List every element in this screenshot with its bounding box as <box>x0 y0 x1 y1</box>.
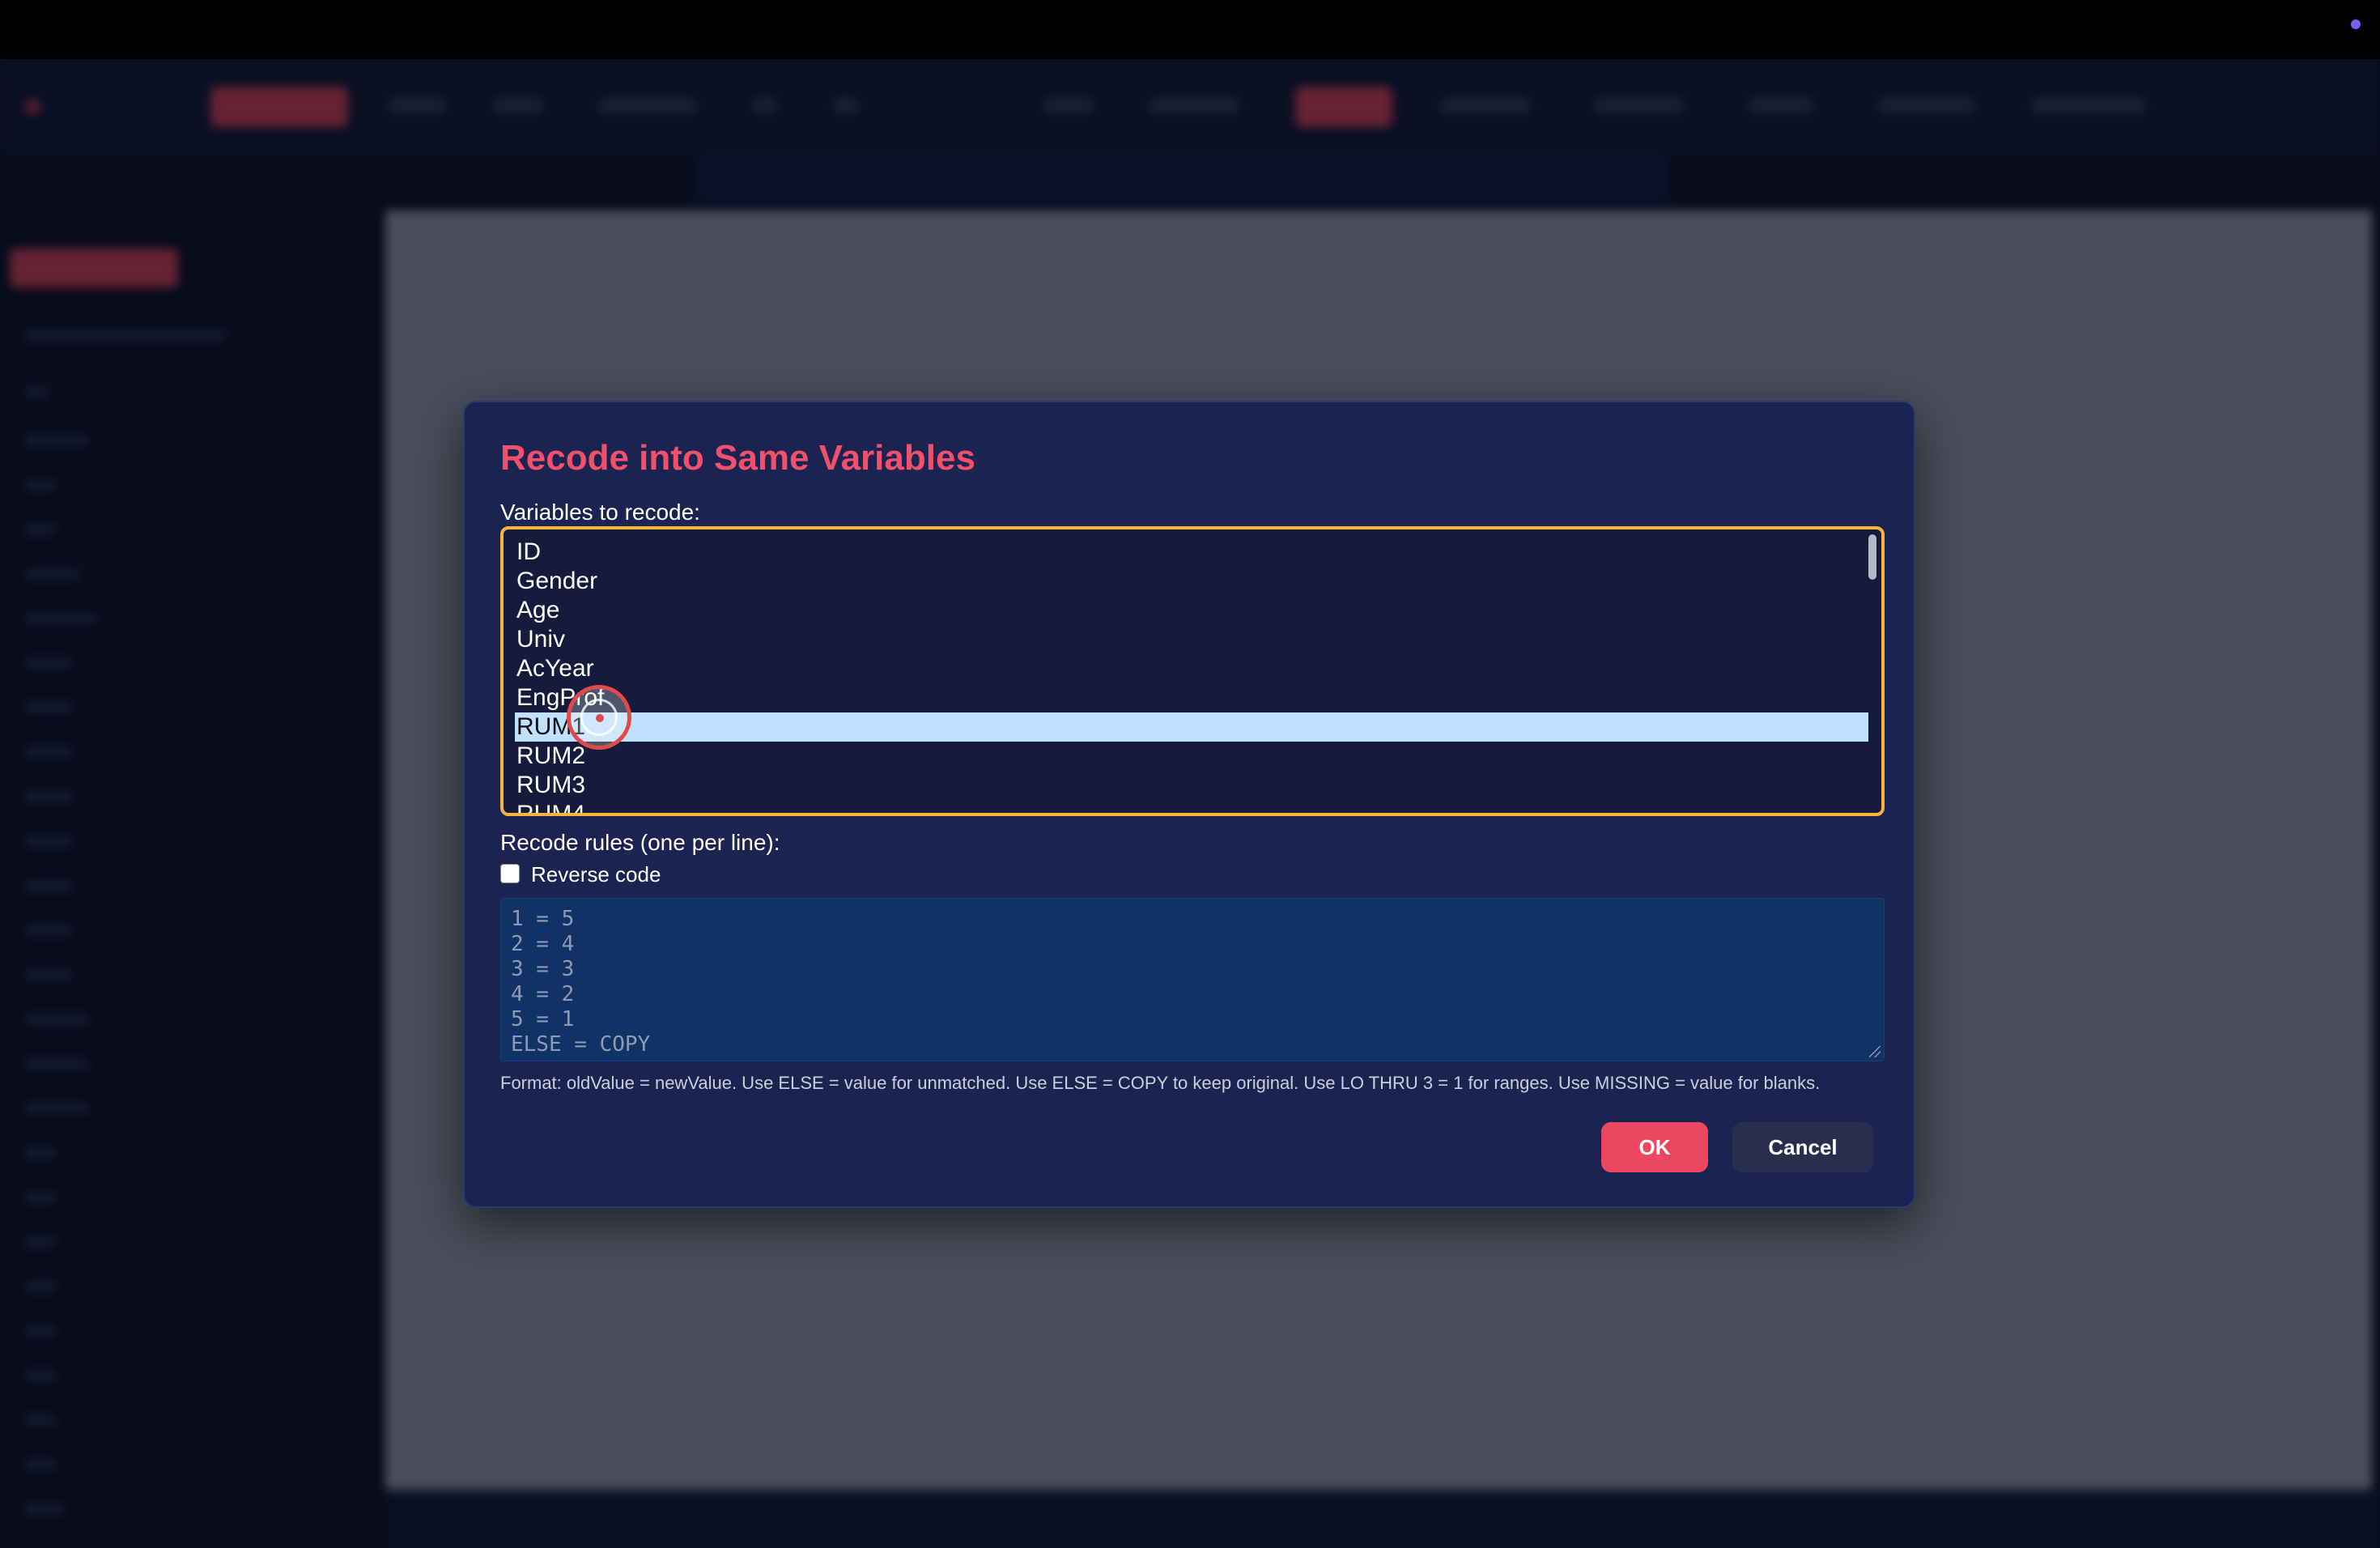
rule-placeholder-line: 4 = 2 <box>511 982 575 1006</box>
format-hint: Format: oldValue = newValue. Use ELSE = … <box>500 1073 1821 1093</box>
reverse-code-checkbox[interactable] <box>500 864 520 883</box>
dialog-title: Recode into Same Variables <box>500 438 975 478</box>
variables-listbox[interactable]: ID Gender Age Univ AcYear EngProf RUM1 RUM2 RUM3… <box>500 526 1885 816</box>
rule-placeholder-line: 2 = 4 <box>511 932 575 956</box>
status-dot-icon <box>2351 19 2361 29</box>
variable-option-rum3[interactable]: RUM3 <box>515 771 1868 800</box>
click-cursor-icon <box>567 685 631 750</box>
recode-dialog: Recode into Same Variables Variables to … <box>463 401 1915 1208</box>
resize-grip-icon[interactable] <box>1869 1046 1881 1057</box>
rule-placeholder-line: 5 = 1 <box>511 1007 575 1031</box>
variables-label: Variables to recode: <box>500 500 700 525</box>
variable-option-id[interactable]: ID <box>515 538 1868 567</box>
rules-textarea[interactable]: 1 = 52 = 43 = 34 = 25 = 1 ELSE = COPY <box>500 898 1885 1061</box>
rules-label: Recode rules (one per line): <box>500 830 780 855</box>
variable-option-gender[interactable]: Gender <box>515 567 1868 596</box>
reverse-code-label: Reverse code <box>531 862 661 887</box>
variables-list: ID Gender Age Univ AcYear EngProf RUM1 RUM2 RUM3… <box>515 538 1868 813</box>
system-top-bar <box>0 0 2380 59</box>
variable-option-acyear[interactable]: AcYear <box>515 654 1868 683</box>
ok-button[interactable]: OK <box>1601 1122 1708 1172</box>
scrollbar-thumb[interactable] <box>1868 534 1876 580</box>
variable-option-rum4[interactable]: RUM4 <box>515 800 1868 813</box>
variable-option-age[interactable]: Age <box>515 596 1868 625</box>
rule-placeholder-line: ELSE = COPY <box>511 1032 651 1057</box>
variable-option-rum1[interactable]: RUM1 <box>515 712 1868 742</box>
rule-placeholder-line: 3 = 3 <box>511 957 575 981</box>
listbox-scrollbar[interactable] <box>1867 534 1878 810</box>
cancel-button[interactable]: Cancel <box>1732 1122 1873 1172</box>
variable-option-univ[interactable]: Univ <box>515 625 1868 654</box>
variable-option-engprof[interactable]: EngProf <box>515 683 1868 712</box>
rules-placeholder: 1 = 52 = 43 = 34 = 25 = 1 ELSE = COPY <box>501 907 650 1057</box>
variable-option-rum2[interactable]: RUM2 <box>515 742 1868 771</box>
rule-placeholder-line: 1 = 5 <box>511 907 575 931</box>
